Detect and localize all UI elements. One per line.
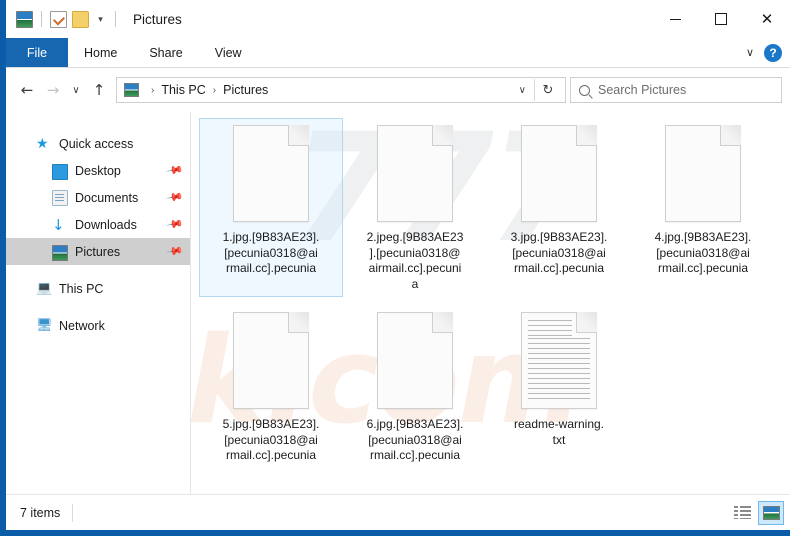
sidebar-item-label: Documents	[75, 190, 139, 205]
recent-locations-icon[interactable]: ∨	[66, 77, 86, 103]
title-bar: ▾ Pictures ✕	[6, 0, 790, 38]
close-button[interactable]: ✕	[744, 0, 790, 38]
ribbon-tabs: File Home Share View ∨ ?	[6, 38, 790, 68]
explorer-body: ★ Quick access Desktop 📌 Documents 📌 ↓ D…	[6, 112, 790, 494]
downloads-icon: ↓	[52, 215, 65, 234]
network-icon: 🖥	[36, 317, 53, 333]
status-bar: 7 items	[6, 494, 790, 530]
toolbar-divider-2	[115, 11, 116, 27]
search-placeholder: Search Pictures	[598, 83, 687, 97]
quick-access-toolbar: ▾ Pictures	[6, 0, 182, 38]
file-label: 5.jpg.[9B83AE23]. [pecunia0318@ai rmail.…	[222, 417, 320, 462]
blank-file-icon	[665, 125, 741, 222]
sidebar-item-label: This PC	[59, 281, 104, 296]
customize-caret-icon[interactable]: ▾	[94, 11, 107, 28]
sidebar-item-label: Desktop	[75, 163, 121, 178]
sidebar-item-downloads[interactable]: ↓ Downloads 📌	[6, 211, 190, 238]
search-input[interactable]: Search Pictures	[570, 77, 782, 103]
pictures-icon	[52, 244, 68, 261]
file-item[interactable]: 6.jpg.[9B83AE23]. [pecunia0318@ai rmail.…	[343, 305, 487, 469]
file-label: 4.jpg.[9B83AE23]. [pecunia0318@ai rmail.…	[654, 230, 752, 275]
tab-home[interactable]: Home	[68, 38, 133, 67]
blank-file-icon	[377, 312, 453, 409]
tab-share[interactable]: Share	[133, 38, 198, 67]
navigation-pane: ★ Quick access Desktop 📌 Documents 📌 ↓ D…	[6, 112, 191, 494]
forward-button[interactable]: →	[40, 77, 66, 103]
breadcrumb-separator-0[interactable]: ›	[144, 85, 161, 96]
new-folder-icon[interactable]	[72, 10, 89, 28]
file-item[interactable]: 5.jpg.[9B83AE23]. [pecunia0318@ai rmail.…	[199, 305, 343, 469]
blank-file-icon	[233, 312, 309, 409]
view-buttons	[729, 500, 784, 525]
sidebar-item-quick-access[interactable]: ★ Quick access	[6, 130, 190, 157]
pin-icon[interactable]: 📌	[166, 215, 185, 234]
file-label: readme-warning. txt	[513, 417, 605, 447]
star-icon: ★	[36, 135, 49, 152]
help-icon[interactable]: ?	[764, 43, 782, 62]
blank-file-icon	[233, 125, 309, 222]
search-icon	[579, 84, 590, 96]
back-button[interactable]: ←	[14, 77, 40, 103]
details-view-button[interactable]	[729, 501, 755, 525]
sidebar-item-desktop[interactable]: Desktop 📌	[6, 157, 190, 184]
breadcrumb-item-this-pc[interactable]: This PC	[161, 83, 205, 97]
breadcrumb-item-pictures[interactable]: Pictures	[223, 83, 268, 97]
file-label: 1.jpg.[9B83AE23]. [pecunia0318@ai rmail.…	[222, 230, 320, 275]
large-icons-view-button[interactable]	[758, 500, 784, 525]
address-bar: ← → ∨ ↑ › This PC › Pictures ∨ ↻ Search …	[6, 68, 790, 112]
file-label: 3.jpg.[9B83AE23]. [pecunia0318@ai rmail.…	[510, 230, 608, 275]
minimize-button[interactable]	[652, 0, 698, 38]
tab-file[interactable]: File	[6, 38, 68, 67]
sidebar-item-label: Downloads	[75, 217, 137, 232]
file-item[interactable]: 2.jpeg.[9B83AE23 ].[pecunia0318@ airmail…	[343, 118, 487, 297]
toolbar-divider	[41, 11, 42, 27]
maximize-button[interactable]	[698, 0, 744, 38]
breadcrumb-dropdown-icon[interactable]: ∨	[511, 85, 534, 96]
sidebar-item-network[interactable]: 🖥 Network	[6, 312, 190, 339]
refresh-icon[interactable]: ↻	[535, 77, 561, 103]
blank-file-icon	[377, 125, 453, 222]
sidebar-item-label: Pictures	[75, 244, 121, 259]
chevron-down-icon[interactable]: ∨	[746, 46, 754, 59]
sidebar-item-documents[interactable]: Documents 📌	[6, 184, 190, 211]
window-controls: ✕	[652, 0, 790, 38]
up-button[interactable]: ↑	[86, 77, 112, 103]
file-grid: 1.jpg.[9B83AE23]. [pecunia0318@ai rmail.…	[191, 112, 790, 477]
breadcrumb[interactable]: › This PC › Pictures ∨ ↻	[116, 77, 566, 103]
details-view-icon	[733, 506, 751, 519]
documents-icon	[52, 189, 68, 206]
breadcrumb-pictures-icon	[124, 83, 139, 97]
blank-file-icon	[521, 125, 597, 222]
file-item[interactable]: readme-warning. txt	[487, 305, 631, 469]
window-title: Pictures	[133, 11, 182, 27]
item-count: 7 items	[20, 505, 61, 520]
sidebar-item-this-pc[interactable]: 💻 This PC	[6, 275, 190, 302]
file-item[interactable]: 1.jpg.[9B83AE23]. [pecunia0318@ai rmail.…	[199, 118, 343, 297]
pin-icon[interactable]: 📌	[166, 161, 185, 180]
file-explorer-window: ▾ Pictures ✕ File Home Share View ∨ ? ← …	[0, 0, 790, 536]
desktop-icon	[52, 163, 68, 180]
file-item[interactable]: 4.jpg.[9B83AE23]. [pecunia0318@ai rmail.…	[631, 118, 775, 297]
pin-icon[interactable]: 📌	[166, 188, 185, 207]
file-label: 6.jpg.[9B83AE23]. [pecunia0318@ai rmail.…	[366, 417, 464, 462]
nav-spacer-2	[6, 302, 190, 312]
properties-icon[interactable]	[50, 10, 67, 28]
large-icons-view-icon	[762, 505, 780, 520]
sidebar-item-pictures[interactable]: Pictures 📌	[6, 238, 190, 265]
sidebar-item-label: Network	[59, 318, 105, 333]
file-item[interactable]: 3.jpg.[9B83AE23]. [pecunia0318@ai rmail.…	[487, 118, 631, 297]
file-label: 2.jpeg.[9B83AE23 ].[pecunia0318@ airmail…	[366, 230, 464, 291]
tab-view[interactable]: View	[199, 38, 258, 67]
file-list-area[interactable]: 777 risk.com 1.jpg.[9B83AE23]. [pecunia0…	[191, 112, 790, 494]
pictures-folder-icon[interactable]	[16, 10, 33, 28]
breadcrumb-separator-1[interactable]: ›	[206, 85, 223, 96]
ribbon-right-controls: ∨ ?	[746, 38, 790, 67]
pin-icon[interactable]: 📌	[166, 242, 185, 261]
sidebar-item-label: Quick access	[59, 136, 134, 151]
text-file-icon	[521, 312, 597, 409]
status-divider	[72, 503, 74, 522]
this-pc-icon: 💻	[36, 280, 53, 296]
